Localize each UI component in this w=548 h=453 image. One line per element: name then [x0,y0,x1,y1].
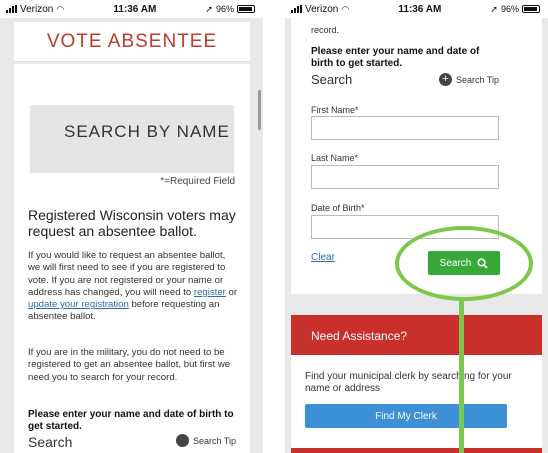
military-paragraph: If you are in the military, you do not n… [28,347,231,383]
phone-screenshot-left: Verizon ◠ 11:36 AM ➚ 96% VOTE ABSENTEE S… [0,0,263,453]
record-text: record. [311,25,340,35]
carrier-label: Verizon [20,3,54,15]
battery-percent: 96% [500,4,519,14]
search-tip-link[interactable]: + Search Tip [439,73,499,86]
signal-icon [6,5,17,13]
find-my-clerk-button[interactable]: Find My Clerk [305,404,507,428]
required-field-note: *=Required Field [160,176,235,187]
location-icon: ➚ [205,3,213,14]
search-prompt: Please enter your name and date of birth… [28,409,234,432]
first-name-label: First Name* [311,105,359,115]
search-tip-link[interactable]: Search Tip [176,434,236,447]
phone-screenshot-right: Verizon ◠ 11:36 AM ➚ 96% record. Please … [285,0,548,453]
wifi-icon: ◠ [341,3,350,14]
location-icon: ➚ [490,3,498,14]
battery-percent: 96% [215,4,234,14]
clear-link[interactable]: Clear [311,252,335,263]
page-title: VOTE ABSENTEE [46,30,218,52]
battery-icon [521,5,540,13]
search-by-name-box: SEARCH BY NAME [30,105,234,173]
clock: 11:36 AM [113,3,157,15]
carrier-label: Verizon [305,3,339,15]
highlight-ellipse [395,226,533,301]
search-heading: Search [311,72,353,87]
assistance-text: Find your municipal clerk by searching f… [305,371,512,394]
first-name-input[interactable] [311,116,499,140]
section-heading: Registered Wisconsin voters may request … [28,207,236,239]
info-icon [176,434,189,447]
assistance-title: Need Assistance? [311,329,408,343]
search-heading: Search [28,434,73,450]
info-icon: + [439,73,452,86]
search-prompt: Please enter your name and date of birth… [311,46,480,69]
annotation-connector-line [459,300,464,453]
last-name-label: Last Name* [311,153,359,163]
wifi-icon: ◠ [56,3,65,14]
status-bar: Verizon ◠ 11:36 AM ➚ 96% [285,0,548,18]
battery-icon [236,5,255,13]
update-registration-link[interactable]: update your registration [28,299,129,310]
register-link[interactable]: register [194,287,226,298]
date-of-birth-label: Date of Birth* [311,203,365,213]
signal-icon [291,5,302,13]
clock: 11:36 AM [398,3,442,15]
scrollbar[interactable] [258,90,261,130]
page-header: VOTE ABSENTEE [14,22,250,62]
status-bar: Verizon ◠ 11:36 AM ➚ 96% [0,0,263,18]
red-footer-strip [291,448,542,453]
last-name-input[interactable] [311,165,499,189]
intro-paragraph: If you would like to request an absentee… [28,250,238,323]
